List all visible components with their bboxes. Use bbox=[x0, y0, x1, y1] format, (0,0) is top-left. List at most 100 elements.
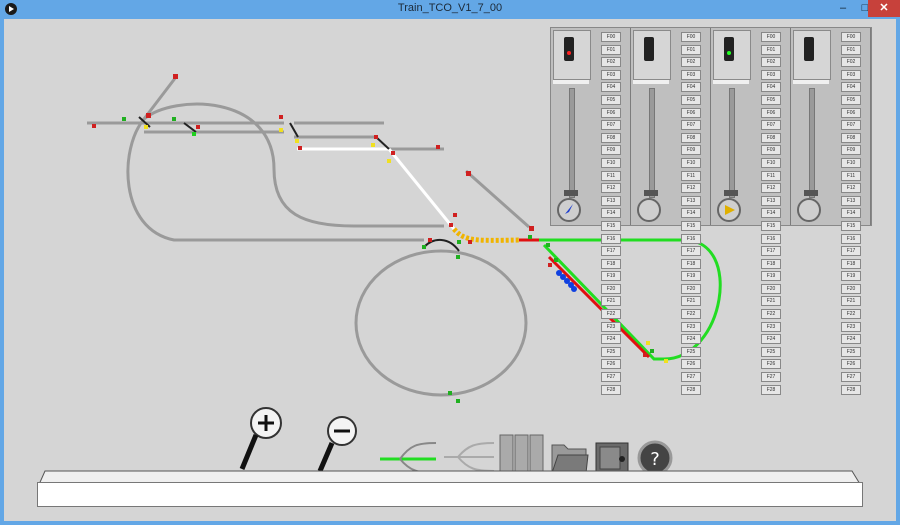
function-key-button[interactable]: F14 bbox=[761, 208, 781, 219]
function-key-button[interactable]: F19 bbox=[681, 271, 701, 282]
throttle-2[interactable]: F00 F01 F02 F03 F04 F05 F06 F07 F08 F09 F10 F11 F12 F… bbox=[631, 28, 711, 395]
function-key-button[interactable]: F05 bbox=[761, 94, 781, 105]
track-spur[interactable] bbox=[142, 76, 178, 120]
speed-slider[interactable] bbox=[649, 88, 655, 198]
function-key-button[interactable]: F08 bbox=[761, 132, 781, 143]
function-key-button[interactable]: F27 bbox=[761, 372, 781, 383]
speed-slider-knob[interactable] bbox=[724, 190, 738, 196]
function-key-button[interactable]: F15 bbox=[601, 220, 621, 231]
function-key-button[interactable]: F04 bbox=[761, 82, 781, 93]
function-key-button[interactable]: F11 bbox=[761, 170, 781, 181]
function-key-button[interactable]: F03 bbox=[761, 69, 781, 80]
function-key-button[interactable]: F01 bbox=[601, 44, 621, 55]
function-key-button[interactable]: F09 bbox=[841, 145, 861, 156]
function-key-button[interactable]: F28 bbox=[681, 384, 701, 395]
track-route-white-2[interactable] bbox=[387, 148, 456, 230]
function-key-button[interactable]: F18 bbox=[761, 258, 781, 269]
function-key-button[interactable]: F17 bbox=[761, 246, 781, 257]
direction-button[interactable] bbox=[637, 198, 661, 222]
speed-slider-knob[interactable] bbox=[804, 190, 818, 196]
function-key-button[interactable]: F04 bbox=[841, 82, 861, 93]
function-key-button[interactable]: F21 bbox=[761, 296, 781, 307]
function-key-button[interactable]: F12 bbox=[681, 183, 701, 194]
function-key-button[interactable]: F10 bbox=[601, 157, 621, 168]
function-key-button[interactable]: F17 bbox=[681, 246, 701, 257]
close-button[interactable]: ✕ bbox=[868, 0, 900, 17]
function-key-button[interactable]: F23 bbox=[841, 321, 861, 332]
function-key-button[interactable]: F13 bbox=[761, 195, 781, 206]
function-key-button[interactable]: F19 bbox=[601, 271, 621, 282]
function-key-button[interactable]: F13 bbox=[601, 195, 621, 206]
function-key-button[interactable]: F22 bbox=[841, 309, 861, 320]
function-key-button[interactable]: F10 bbox=[841, 157, 861, 168]
function-key-button[interactable]: F23 bbox=[681, 321, 701, 332]
function-key-button[interactable]: F26 bbox=[681, 359, 701, 370]
function-key-button[interactable]: F02 bbox=[761, 57, 781, 68]
function-key-button[interactable]: F07 bbox=[681, 120, 701, 131]
minimize-button[interactable]: – bbox=[832, 0, 854, 17]
function-key-button[interactable]: F12 bbox=[841, 183, 861, 194]
function-key-button[interactable]: F22 bbox=[681, 309, 701, 320]
function-key-button[interactable]: F11 bbox=[841, 170, 861, 181]
function-key-button[interactable]: F00 bbox=[841, 32, 861, 42]
function-key-button[interactable]: F28 bbox=[841, 384, 861, 395]
function-key-button[interactable]: F14 bbox=[841, 208, 861, 219]
speed-slider-knob[interactable] bbox=[564, 190, 578, 196]
function-key-button[interactable]: F08 bbox=[681, 132, 701, 143]
function-key-button[interactable]: F22 bbox=[761, 309, 781, 320]
zoom-in-button[interactable] bbox=[238, 405, 282, 477]
function-key-button[interactable]: F18 bbox=[681, 258, 701, 269]
speed-slider[interactable] bbox=[569, 88, 575, 198]
function-key-button[interactable]: F11 bbox=[601, 170, 621, 181]
function-key-button[interactable]: F03 bbox=[841, 69, 861, 80]
function-key-button[interactable]: F11 bbox=[681, 170, 701, 181]
function-key-button[interactable]: F21 bbox=[841, 296, 861, 307]
function-key-button[interactable]: F26 bbox=[761, 359, 781, 370]
throttle-4[interactable]: F00 F01 F02 F03 F04 F05 F06 F07 F08 F09 F10 F11 F12 F… bbox=[791, 28, 871, 395]
function-key-button[interactable]: F19 bbox=[761, 271, 781, 282]
function-key-button[interactable]: F08 bbox=[601, 132, 621, 143]
function-key-button[interactable]: F25 bbox=[841, 346, 861, 357]
function-key-button[interactable]: F03 bbox=[601, 69, 621, 80]
function-key-button[interactable]: F01 bbox=[681, 44, 701, 55]
function-key-button[interactable]: F25 bbox=[761, 346, 781, 357]
function-key-button[interactable]: F03 bbox=[681, 69, 701, 80]
direction-button[interactable] bbox=[557, 198, 581, 222]
function-key-button[interactable]: F20 bbox=[761, 283, 781, 294]
function-key-button[interactable]: F09 bbox=[601, 145, 621, 156]
function-key-button[interactable]: F16 bbox=[761, 233, 781, 244]
function-key-button[interactable]: F24 bbox=[601, 334, 621, 345]
occupied-section[interactable] bbox=[452, 227, 520, 243]
function-key-button[interactable]: F26 bbox=[601, 359, 621, 370]
speed-slider[interactable] bbox=[729, 88, 735, 198]
function-key-button[interactable]: F16 bbox=[681, 233, 701, 244]
function-key-button[interactable]: F05 bbox=[841, 94, 861, 105]
function-key-button[interactable]: F27 bbox=[601, 372, 621, 383]
function-key-button[interactable]: F01 bbox=[841, 44, 861, 55]
throttle-1[interactable]: F00 F01 F02 F03 F04 F05 F06 F07 F08 F09 F10 F11 F12 F… bbox=[551, 28, 631, 395]
switch-c[interactable] bbox=[289, 122, 299, 138]
function-key-button[interactable]: F02 bbox=[601, 57, 621, 68]
throttle-3[interactable]: F00 F01 F02 F03 F04 F05 F06 F07 F08 F09 F10 F11 F12 F… bbox=[711, 28, 791, 395]
direction-button[interactable] bbox=[797, 198, 821, 222]
function-key-button[interactable]: F15 bbox=[761, 220, 781, 231]
function-key-button[interactable]: F23 bbox=[601, 321, 621, 332]
function-key-button[interactable]: F00 bbox=[761, 32, 781, 42]
function-key-button[interactable]: F16 bbox=[841, 233, 861, 244]
track-lower-loop[interactable] bbox=[354, 249, 528, 397]
function-key-button[interactable]: F07 bbox=[601, 120, 621, 131]
speed-slider[interactable] bbox=[809, 88, 815, 198]
function-key-button[interactable]: F20 bbox=[841, 283, 861, 294]
function-key-button[interactable]: F26 bbox=[841, 359, 861, 370]
function-key-button[interactable]: F00 bbox=[681, 32, 701, 42]
function-key-button[interactable]: F18 bbox=[841, 258, 861, 269]
track-diag-right[interactable] bbox=[465, 169, 530, 229]
function-key-button[interactable]: F17 bbox=[601, 246, 621, 257]
function-key-button[interactable]: F24 bbox=[841, 334, 861, 345]
function-key-button[interactable]: F04 bbox=[681, 82, 701, 93]
function-key-button[interactable]: F01 bbox=[761, 44, 781, 55]
function-key-button[interactable]: F21 bbox=[601, 296, 621, 307]
function-key-button[interactable]: F13 bbox=[681, 195, 701, 206]
function-key-button[interactable]: F18 bbox=[601, 258, 621, 269]
function-key-button[interactable]: F27 bbox=[681, 372, 701, 383]
